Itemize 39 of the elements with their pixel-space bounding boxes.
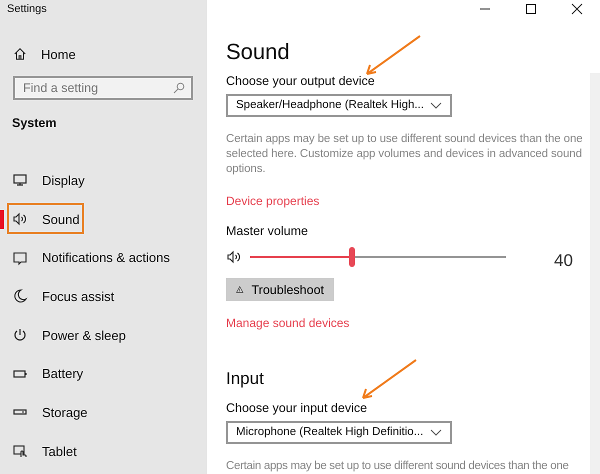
search-icon [173,82,185,94]
search-field[interactable]: Find a setting [13,76,193,100]
nav-item[interactable]: Focus assist [0,277,207,316]
window-title: Settings [6,2,48,17]
annotation-arrow [359,359,417,401]
nav-item[interactable]: Power & sleep [0,316,207,354]
display-icon [12,172,28,188]
volume-reading: 40 [554,250,573,272]
manage-devices-link[interactable]: Manage sound devices [226,316,350,331]
input-dropdown[interactable]: Microphone (Realtek High Definitio... [226,420,452,444]
description-text: Certain apps may be set up to use different sound devices than the one [226,458,570,474]
section-heading: Input [226,368,264,390]
description-text: Certain apps may be set up to use different sound devices than the one selected here. Customize app volumes and devices in advanced sound options. [226,132,584,177]
nav-item[interactable]: Tablet [0,432,207,470]
notifications-icon [12,250,28,266]
chevron-icon [430,428,442,436]
sound-icon [12,211,28,228]
page-title: Sound [226,38,290,66]
section-heading: System [12,116,58,132]
chevron-icon [430,102,442,109]
speaker-icon [226,249,242,266]
field-label: Master volume [226,224,308,238]
annotation-arrow [363,35,421,77]
power-icon [12,327,28,344]
focus-icon [12,288,28,304]
nav-item[interactable]: Battery [0,354,207,394]
volume-slider[interactable] [250,247,506,268]
nav-item[interactable]: Display [0,161,207,200]
device-properties-link[interactable]: Device properties [226,194,320,209]
tablet-icon [12,443,28,460]
nav-item[interactable]: Sound [0,200,207,238]
field-label: Choose your output device [226,74,375,89]
home-icon [13,47,27,61]
nav-item[interactable]: Storage [0,393,207,432]
home-link[interactable]: Home [0,44,207,64]
nav-item[interactable]: Notifications & actions [0,238,207,278]
output-dropdown[interactable]: Speaker/Headphone (Realtek High... [226,94,452,117]
troubleshoot-button[interactable]: Troubleshoot [226,278,334,302]
field-label: Choose your input device [226,401,368,416]
